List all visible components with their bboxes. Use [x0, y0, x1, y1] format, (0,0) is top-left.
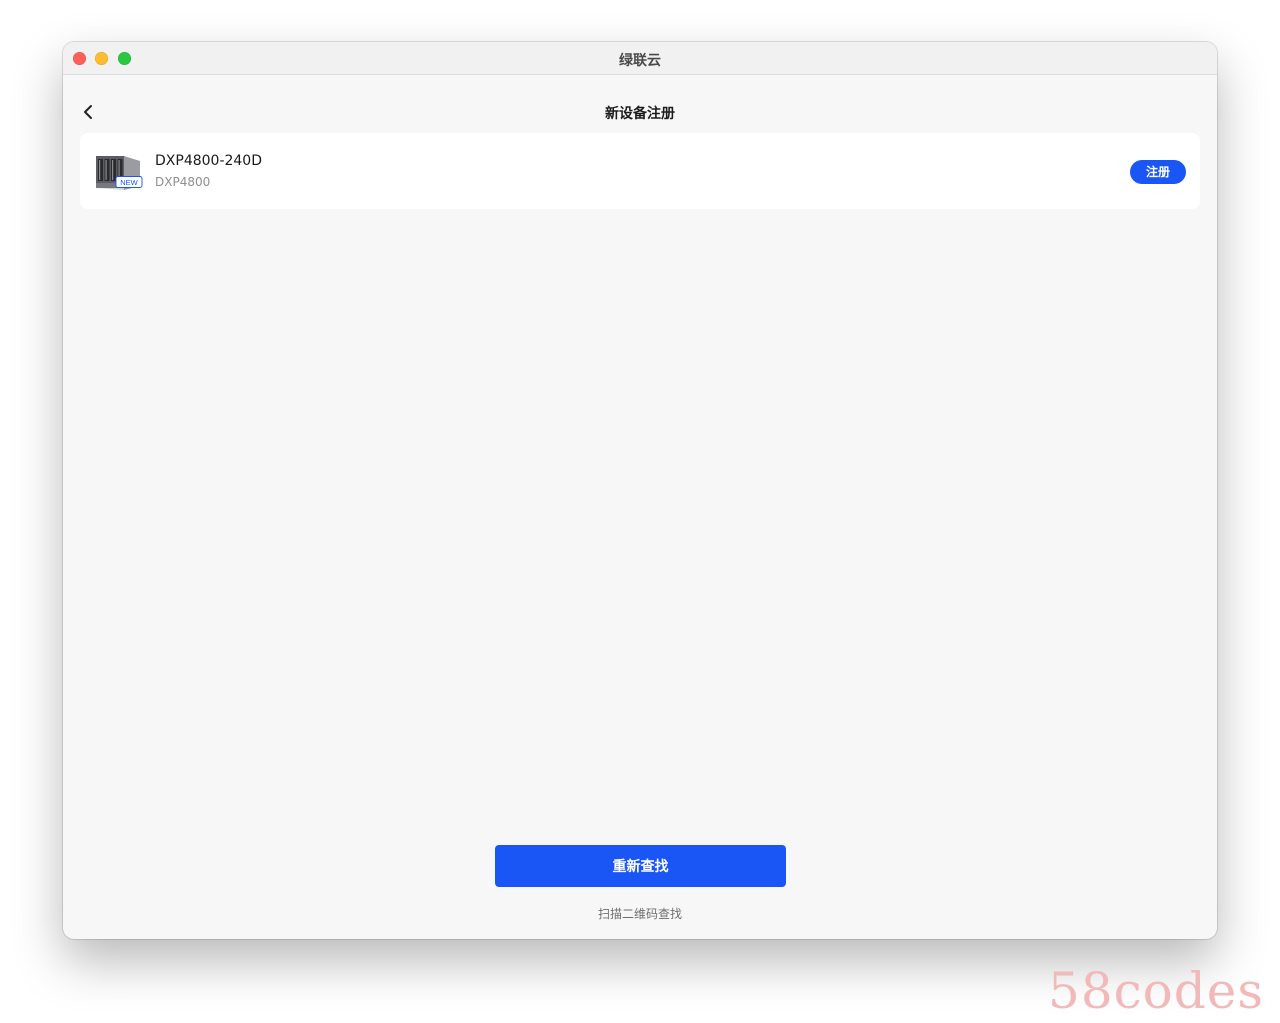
page-title: 新设备注册: [605, 106, 675, 122]
new-badge: NEW: [115, 176, 143, 188]
device-card: NEW DXP4800-240D DXP4800 注册: [80, 133, 1200, 209]
device-image: NEW: [94, 152, 144, 192]
new-badge-text: NEW: [120, 178, 138, 187]
nas-device-icon: NEW: [96, 156, 143, 190]
device-name: DXP4800-240D: [155, 153, 262, 169]
title-bar[interactable]: 绿联云: [63, 42, 1217, 75]
watermark-text: 58codes: [1048, 962, 1264, 1020]
register-button[interactable]: 注册: [1130, 160, 1186, 184]
device-model: DXP4800: [155, 175, 211, 189]
window-title: 绿联云: [619, 53, 661, 69]
app-window: 绿联云 新设备注册 NEW DXP4800-240D DXP4800 注册 重新…: [63, 42, 1217, 939]
scan-qr-link[interactable]: 扫描二维码查找: [63, 905, 1217, 922]
rescan-button[interactable]: 重新查找: [495, 845, 786, 887]
